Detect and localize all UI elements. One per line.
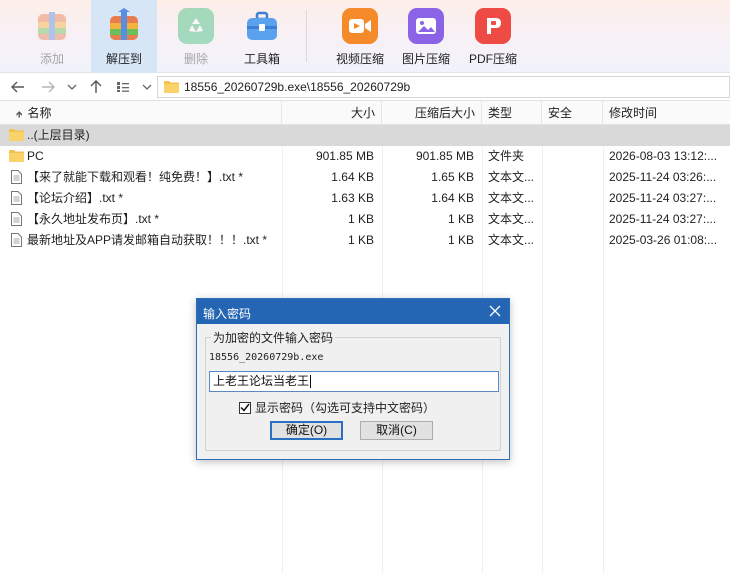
video-compress-label: 视频压缩 [335,52,384,66]
column-packed-size[interactable]: 压缩后大小 [382,101,482,125]
row-name: 【永久地址发布页】.txt * [27,212,160,226]
dialog-titlebar[interactable]: 输入密码 [197,299,509,324]
text-file-icon [11,170,22,184]
column-name[interactable]: 🡹 名称 [0,101,282,125]
text-file-icon [11,233,22,247]
toolbar-separator [306,10,307,62]
address-bar: 18556_20260729b.exe\18556_20260729b [0,73,730,101]
view-mode-icon[interactable] [115,79,131,95]
view-dropdown-icon[interactable] [139,79,155,95]
toolbox-label: 工具箱 [243,52,280,66]
row-name: 最新地址及APP请发邮箱自动获取！！！.txt * [27,233,268,247]
delete-button[interactable]: 删除 [163,0,229,73]
column-security[interactable]: 安全 [542,101,603,125]
video-compress-icon [342,8,378,44]
row-type: 文本文... [488,170,535,184]
table-row[interactable]: 最新地址及APP请发邮箱自动获取！！！.txt * 1 KB 1 KB 文本文.… [0,230,730,251]
row-type: 文本文... [488,191,535,205]
row-size: 901.85 MB [315,149,374,163]
row-packed-size: 901.85 MB [415,149,474,163]
row-modified: 2025-11-24 03:26:... [609,170,717,184]
table-row[interactable]: PC 901.85 MB 901.85 MB 文件夹 2026-08-03 13… [0,146,730,167]
row-packed-size: 1.65 KB [431,170,474,184]
add-button[interactable]: 添加 [19,0,85,73]
toolbar: 添加 解压到 删除 工具箱 视频压缩 图片压缩 PDF压缩 [0,0,730,73]
history-dropdown-icon[interactable] [64,79,80,95]
column-type[interactable]: 类型 [482,101,542,125]
toolbox-icon [244,8,280,44]
pdf-compress-button[interactable]: PDF压缩 [460,0,526,73]
recycle-delete-icon [178,8,214,44]
pdf-compress-icon [475,8,511,44]
show-password-checkbox[interactable] [239,401,251,414]
column-header: 🡹 名称 大小 压缩后大小 类型 安全 修改时间 [0,101,730,125]
column-size[interactable]: 大小 [282,101,382,125]
row-modified: 2025-03-26 01:08:... [609,233,718,247]
dialog-title: 输入密码 [203,307,252,321]
row-type: 文本文... [488,233,535,247]
row-size: 1 KB [347,212,374,226]
add-label: 添加 [39,52,64,66]
row-packed-size: 1.64 KB [431,191,474,205]
ok-button[interactable]: 确定(O) [270,421,343,440]
table-row[interactable]: 【永久地址发布页】.txt * 1 KB 1 KB 文本文... 2025-11… [0,209,730,230]
path-field[interactable]: 18556_20260729b.exe\18556_20260729b [157,76,730,98]
forward-arrow-icon[interactable] [40,79,56,95]
up-arrow-icon[interactable] [88,79,104,95]
row-name: 【来了就能下载和观看！纯免费！】.txt * [27,170,244,184]
row-size: 1 KB [347,233,374,247]
extract-to-button[interactable]: 解压到 [91,0,157,73]
folder-icon [164,81,179,93]
row-modified: 2025-11-24 03:27:... [609,212,717,226]
video-compress-button[interactable]: 视频压缩 [327,0,393,73]
extract-to-label: 解压到 [105,52,142,66]
delete-label: 删除 [183,52,208,66]
image-compress-label: 图片压缩 [401,52,450,66]
cancel-button[interactable]: 取消(C) [360,421,433,440]
group-label: 为加密的文件输入密码 [211,329,336,346]
checkmark-icon [240,403,250,412]
table-row[interactable]: 【论坛介绍】.txt * 1.63 KB 1.64 KB 文本文... 2025… [0,188,730,209]
row-modified: 2025-11-24 03:27:... [609,191,717,205]
back-arrow-icon[interactable] [10,79,26,95]
password-dialog: 输入密码 为加密的文件输入密码 18556_20260729b.exe 上老王论… [196,298,510,460]
column-name-label: 名称 [27,106,52,120]
row-name: ..(上层目录) [27,128,90,142]
folder-icon [9,129,24,141]
path-text: 18556_20260729b.exe\18556_20260729b [184,80,411,94]
column-modified[interactable]: 修改时间 [603,101,730,125]
text-file-icon [11,212,22,226]
extract-icon [106,8,142,44]
row-size: 1.64 KB [331,170,374,184]
add-archive-icon [34,8,70,44]
row-name: 【论坛介绍】.txt * [27,191,124,205]
close-icon[interactable] [487,303,503,319]
row-packed-size: 1 KB [447,212,474,226]
show-password-option[interactable]: 显示密码（勾选可支持中文密码） [239,399,435,416]
password-input[interactable]: 上老王论坛当老王 [209,371,499,392]
archive-file-name: 18556_20260729b.exe [209,352,324,363]
toolbox-button[interactable]: 工具箱 [229,0,295,73]
row-name: PC [27,149,44,163]
row-type: 文件夹 [488,149,525,163]
text-caret [310,375,312,389]
image-compress-icon [408,8,444,44]
row-size: 1.63 KB [331,191,374,205]
row-packed-size: 1 KB [447,233,474,247]
parent-dir-row[interactable]: ..(上层目录) [0,125,730,146]
row-modified: 2026-08-03 13:12:... [609,149,718,163]
sort-ascending-icon: 🡹 [16,109,23,119]
row-type: 文本文... [488,212,535,226]
password-value: 上老王论坛当老王 [213,374,310,388]
image-compress-button[interactable]: 图片压缩 [393,0,459,73]
text-file-icon [11,191,22,205]
show-password-label: 显示密码（勾选可支持中文密码） [255,401,436,415]
pdf-compress-label: PDF压缩 [468,52,517,66]
table-row[interactable]: 【来了就能下载和观看！纯免费！】.txt * 1.64 KB 1.65 KB 文… [0,167,730,188]
folder-icon [9,150,24,162]
